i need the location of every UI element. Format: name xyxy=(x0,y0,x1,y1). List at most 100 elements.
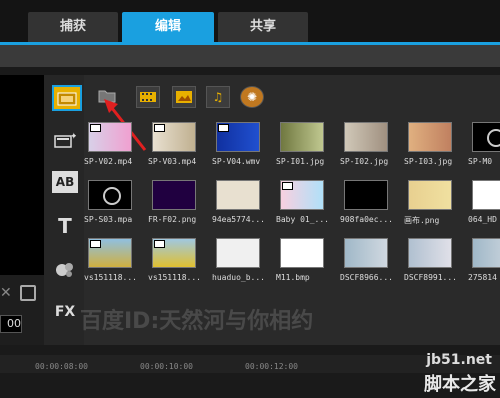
tab-share[interactable]: 共享 xyxy=(218,12,308,42)
media-thumbnail[interactable]: 画布.png xyxy=(404,176,456,230)
media-thumbnail[interactable]: SP-I01.jpg xyxy=(276,118,328,172)
site-domain: jb51.net xyxy=(426,352,492,368)
media-thumbnail[interactable]: Baby 01_... xyxy=(276,176,329,230)
audio-icon xyxy=(103,187,121,205)
media-thumbnail[interactable]: huaduo_b... xyxy=(212,234,265,288)
thumbnail-label: DSCF8966... xyxy=(340,273,393,282)
thumbnail-image xyxy=(88,122,132,152)
thumbnail-label: SP-M0 xyxy=(468,157,493,166)
media-thumbnail[interactable]: 94ea5774... xyxy=(212,176,265,230)
divider xyxy=(0,67,500,75)
thumbnail-image xyxy=(472,238,500,268)
video-badge-icon xyxy=(90,124,101,132)
thumbnail-label: vs151118... xyxy=(148,273,201,282)
thumbnail-label: DSCF8991... xyxy=(404,273,457,282)
thumbnail-label: 275814 xyxy=(468,273,497,282)
media-thumbnail[interactable]: SP-V02.mp4 xyxy=(84,118,136,172)
thumbnail-label: SP-V03.mp4 xyxy=(148,157,197,166)
video-badge-icon xyxy=(90,240,101,248)
thumbnail-label: SP-I02.jpg xyxy=(340,157,389,166)
thumbnail-label: Baby 01_... xyxy=(276,215,329,224)
thumbnail-image xyxy=(88,180,132,210)
media-thumbnail[interactable]: vs151118... xyxy=(84,234,137,288)
global-icon[interactable]: ✺ xyxy=(240,86,264,108)
watermark-text: 百度ID:天然河与你相约 xyxy=(80,309,314,334)
transition-icon[interactable]: AB xyxy=(52,171,78,193)
thumbnail-image xyxy=(408,180,452,210)
thumbnail-image xyxy=(344,180,388,210)
thumbnail-label: M11.bmp xyxy=(276,273,310,282)
media-thumbnail[interactable]: SP-V04.wmv xyxy=(212,118,264,172)
media-thumbnail[interactable]: DSCF8991... xyxy=(404,234,457,288)
title-icon[interactable]: T xyxy=(52,214,78,238)
thumbnail-image xyxy=(344,122,388,152)
thumbnail-label: vs151118... xyxy=(84,273,137,282)
thumbnail-label: huaduo_b... xyxy=(212,273,265,282)
svg-text:✦: ✦ xyxy=(70,132,76,142)
thumbnail-image xyxy=(344,238,388,268)
timeline-tick: 00:00:12:00 xyxy=(245,362,298,371)
media-thumbnail[interactable]: SP-S03.mpa xyxy=(84,176,136,230)
preview-controls: ✕ xyxy=(0,275,44,345)
thumbnail-label: FR-F02.png xyxy=(148,215,197,224)
music-filter-icon[interactable]: ♫ xyxy=(206,86,230,108)
thumbnail-image xyxy=(216,180,260,210)
media-thumbnail[interactable]: SP-V03.mp4 xyxy=(148,118,200,172)
thumbnail-label: SP-V04.wmv xyxy=(212,157,261,166)
media-thumbnail[interactable]: 908fa0ec... xyxy=(340,176,393,230)
tab-edit[interactable]: 编辑 xyxy=(122,12,214,42)
thumbnail-image xyxy=(216,238,260,268)
thumbnail-image xyxy=(472,122,500,152)
photo-filter-icon[interactable] xyxy=(172,86,196,108)
thumbnail-image xyxy=(152,238,196,268)
site-name: 脚本之家 xyxy=(424,374,496,395)
media-thumbnail[interactable]: DSCF8966... xyxy=(340,234,393,288)
filter-icon[interactable]: FX xyxy=(52,301,78,323)
timecode-display[interactable]: 00 xyxy=(0,315,22,333)
media-thumbnail[interactable]: FR-F02.png xyxy=(148,176,200,230)
instant-project-icon[interactable]: ✦ xyxy=(52,129,78,151)
thumbnail-image xyxy=(88,238,132,268)
thumbnail-image xyxy=(280,238,324,268)
thumbnail-image xyxy=(216,122,260,152)
tab-capture[interactable]: 捕获 xyxy=(28,12,118,42)
media-thumbnail[interactable]: 064_HD xyxy=(468,176,500,230)
video-badge-icon xyxy=(154,124,165,132)
video-badge-icon xyxy=(282,182,293,190)
thumbnail-image xyxy=(408,122,452,152)
thumbnail-image xyxy=(408,238,452,268)
media-thumbnail[interactable]: SP-I02.jpg xyxy=(340,118,392,172)
thumbnail-label: SP-I01.jpg xyxy=(276,157,325,166)
thumbnail-image xyxy=(280,122,324,152)
thumbnail-image xyxy=(280,180,324,210)
thumbnail-label: SP-V02.mp4 xyxy=(84,157,133,166)
thumbnail-label: 94ea5774... xyxy=(212,215,265,224)
thumbnail-image xyxy=(152,180,196,210)
thumbnail-label: SP-I03.jpg xyxy=(404,157,453,166)
thumbnail-label: 画布.png xyxy=(404,216,440,225)
thumbnail-label: 064_HD xyxy=(468,215,497,224)
toolbar-strip xyxy=(0,45,500,67)
graphic-icon[interactable] xyxy=(52,258,78,280)
media-library-icon[interactable] xyxy=(52,85,82,111)
media-thumbnail[interactable]: 275814 xyxy=(468,234,500,288)
thumbnail-label: SP-S03.mpa xyxy=(84,215,133,224)
close-icon[interactable]: ✕ xyxy=(0,285,12,301)
timeline-tick: 00:00:08:00 xyxy=(35,362,88,371)
top-tab-bar: 捕获 编辑 共享 xyxy=(0,0,500,44)
audio-icon xyxy=(487,129,500,147)
site-logo: jb51.net 脚本之家 xyxy=(410,352,500,398)
thumbnail-label: 908fa0ec... xyxy=(340,215,393,224)
video-badge-icon xyxy=(154,240,165,248)
media-thumbnail[interactable]: vs151118... xyxy=(148,234,201,288)
preview-window xyxy=(0,75,45,275)
media-thumbnail[interactable]: SP-I03.jpg xyxy=(404,118,456,172)
snapshot-icon[interactable] xyxy=(20,285,36,301)
thumbnail-image xyxy=(152,122,196,152)
media-thumbnail[interactable]: SP-M0 xyxy=(468,118,500,172)
media-thumbnail[interactable]: M11.bmp xyxy=(276,234,328,288)
thumbnail-image xyxy=(472,180,500,210)
video-badge-icon xyxy=(218,124,229,132)
timeline-tick: 00:00:10:00 xyxy=(140,362,193,371)
media-grid: SP-V02.mp4 SP-V03.mp4 SP-V04.wmv SP-I01.jpg… xyxy=(84,118,500,298)
